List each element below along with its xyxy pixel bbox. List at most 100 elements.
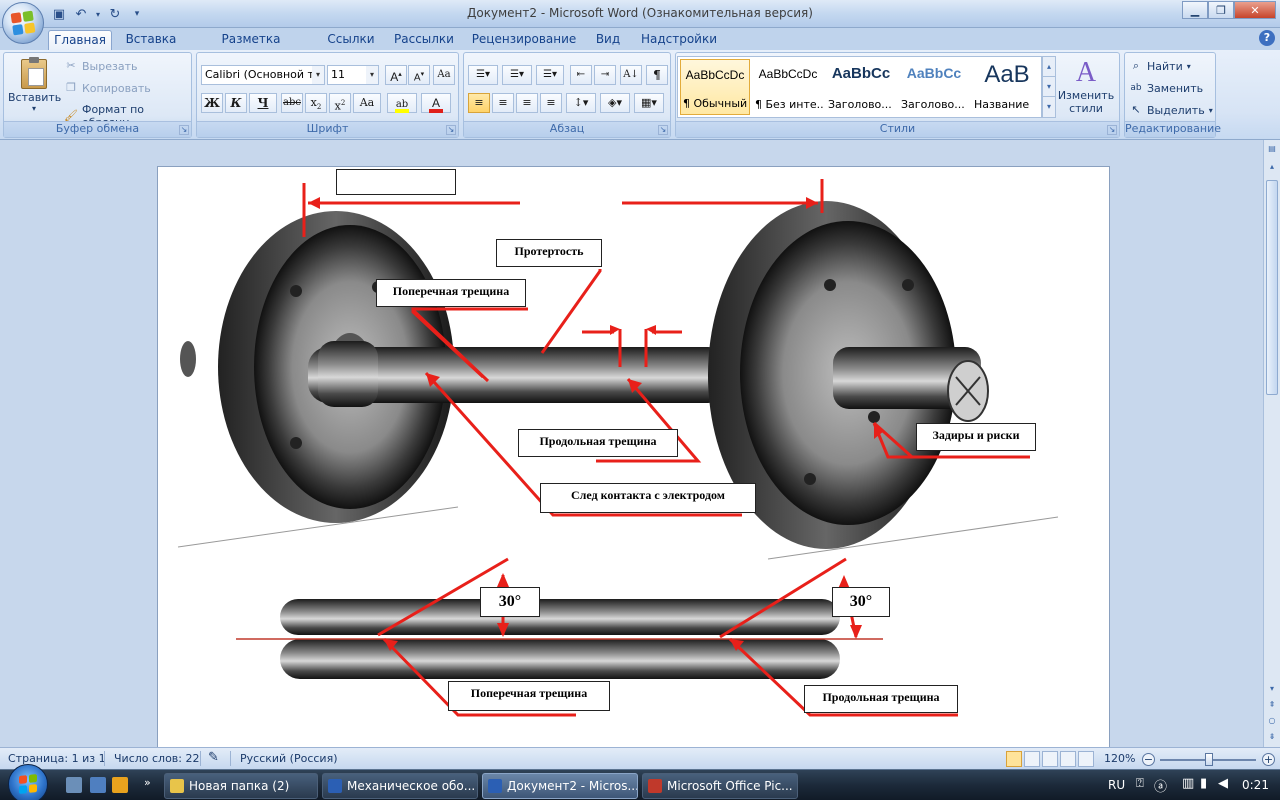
minimize-button[interactable]: ▁ bbox=[1182, 1, 1208, 19]
italic-button[interactable]: К bbox=[225, 93, 247, 113]
taskbar-item-picture-manager[interactable]: Microsoft Office Pic... bbox=[642, 773, 798, 799]
replace-button[interactable]: ab Заменить bbox=[1129, 81, 1203, 95]
font-color-button[interactable]: A bbox=[421, 93, 451, 113]
align-right-button[interactable]: ≡ bbox=[516, 93, 538, 113]
show-desktop-icon[interactable] bbox=[66, 777, 82, 793]
change-case-button[interactable]: Aa bbox=[353, 93, 381, 113]
subscript-button[interactable]: x2 bbox=[305, 93, 327, 113]
style-heading1[interactable]: AaBbCc Заголово... bbox=[826, 59, 896, 115]
vertical-scrollbar[interactable]: ▤ ▴ ▾ ⇞ ○ ⇟ bbox=[1263, 140, 1280, 747]
underline-button[interactable]: Ч bbox=[249, 93, 277, 113]
highlight-button[interactable]: ab bbox=[387, 93, 417, 113]
grow-font-button[interactable]: A▴ bbox=[385, 65, 407, 85]
quicklaunch-more-icon[interactable]: » bbox=[144, 776, 151, 789]
taskbar-item-word-doc2[interactable]: Документ2 - Micros... bbox=[482, 773, 638, 799]
tab-review[interactable]: Рецензирование bbox=[468, 30, 580, 50]
zoom-out-icon[interactable]: − bbox=[1142, 753, 1155, 766]
network-icon[interactable]: ▥ bbox=[1182, 776, 1194, 791]
show-marks-button[interactable]: ¶ bbox=[646, 65, 668, 85]
volume-icon[interactable]: ◀ bbox=[1218, 776, 1228, 791]
close-button[interactable]: ✕ bbox=[1234, 1, 1276, 19]
borders-button[interactable]: ▦▾ bbox=[634, 93, 664, 113]
tab-insert[interactable]: Вставка bbox=[120, 30, 182, 50]
bullets-button[interactable]: ☰▾ bbox=[468, 65, 498, 85]
outline-view-icon[interactable] bbox=[1060, 751, 1076, 767]
label-longitudinal-crack-top[interactable]: Продольная трещина bbox=[518, 429, 678, 457]
label-electrode[interactable]: След контакта с электродом bbox=[540, 483, 756, 513]
paste-button[interactable]: Вставить ▾ bbox=[8, 57, 61, 119]
style-title[interactable]: AaB Название bbox=[972, 59, 1042, 115]
label-angle-right[interactable]: 30° bbox=[832, 587, 890, 617]
tab-mailings[interactable]: Рассылки bbox=[390, 30, 458, 50]
numbering-button[interactable]: ☰▾ bbox=[502, 65, 532, 85]
office-button[interactable] bbox=[2, 2, 44, 44]
font-launcher-icon[interactable]: ↘ bbox=[446, 125, 456, 135]
tab-page-layout[interactable]: Разметка страницы bbox=[190, 30, 312, 65]
zoom-level[interactable]: 120% bbox=[1104, 752, 1135, 765]
align-left-button[interactable]: ≡ bbox=[468, 93, 490, 113]
ruler-toggle-icon[interactable]: ▤ bbox=[1265, 142, 1279, 156]
scroll-thumb[interactable] bbox=[1266, 180, 1278, 395]
scroll-down-icon[interactable]: ▾ bbox=[1265, 682, 1279, 696]
clock[interactable]: 0:21 bbox=[1242, 778, 1269, 792]
shading-button[interactable]: ◈▾ bbox=[600, 93, 630, 113]
power-icon[interactable]: ▮ bbox=[1200, 776, 1207, 791]
word-count[interactable]: Число слов: 22 bbox=[114, 752, 200, 765]
bold-button[interactable]: Ж bbox=[201, 93, 223, 113]
style-normal[interactable]: AaBbCcDc ¶ Обычный bbox=[680, 59, 750, 115]
label-longitudinal-crack-bottom[interactable]: Продольная трещина bbox=[804, 685, 958, 713]
multilevel-list-button[interactable]: ☰▾ bbox=[536, 65, 564, 85]
cut-button[interactable]: ✂ Вырезать bbox=[64, 59, 137, 73]
tab-references[interactable]: Ссылки bbox=[322, 30, 380, 50]
styles-launcher-icon[interactable]: ↘ bbox=[1107, 125, 1117, 135]
sort-button[interactable]: A↓ bbox=[620, 65, 642, 85]
align-center-button[interactable]: ≡ bbox=[492, 93, 514, 113]
clipboard-launcher-icon[interactable]: ↘ bbox=[179, 125, 189, 135]
taskbar-item-folder[interactable]: Новая папка (2) bbox=[164, 773, 318, 799]
full-screen-reading-icon[interactable] bbox=[1024, 751, 1040, 767]
maximize-button[interactable]: ❐ bbox=[1208, 1, 1234, 19]
tab-view[interactable]: Вид bbox=[590, 30, 626, 50]
page-count[interactable]: Страница: 1 из 1 bbox=[8, 752, 106, 765]
help-icon[interactable]: ? bbox=[1259, 30, 1275, 46]
dimension-label[interactable] bbox=[336, 169, 456, 195]
paragraph-launcher-icon[interactable]: ↘ bbox=[658, 125, 668, 135]
help-tray-icon[interactable]: ⍰ bbox=[1136, 776, 1144, 791]
more-styles-icon[interactable]: ▾ bbox=[1043, 97, 1055, 117]
clear-formatting-button[interactable]: Aa bbox=[433, 65, 455, 85]
media-player-icon[interactable] bbox=[112, 777, 128, 793]
label-wear[interactable]: Протертость bbox=[496, 239, 602, 267]
increase-indent-button[interactable]: ⇥ bbox=[594, 65, 616, 85]
document-area[interactable]: Протертость Поперечная трещина Продольна… bbox=[0, 140, 1263, 747]
browse-object-icon[interactable]: ○ bbox=[1265, 714, 1279, 728]
style-heading2[interactable]: AaBbCc Заголово... bbox=[899, 59, 969, 115]
switch-windows-icon[interactable] bbox=[90, 777, 106, 793]
strikethrough-button[interactable]: abc bbox=[281, 93, 303, 113]
previous-page-icon[interactable]: ⇞ bbox=[1265, 698, 1279, 712]
ime-icon[interactable]: ⓐ bbox=[1154, 776, 1167, 795]
spellcheck-icon[interactable]: ✎ bbox=[208, 750, 219, 765]
font-name-combo[interactable]: Calibri (Основной те ▾ bbox=[201, 65, 325, 85]
change-styles-button[interactable]: A Изменить стили bbox=[1054, 57, 1118, 119]
label-scores[interactable]: Задиры и риски bbox=[916, 423, 1036, 451]
print-layout-view-icon[interactable] bbox=[1006, 751, 1022, 767]
font-size-combo[interactable]: 11 ▾ bbox=[327, 65, 379, 85]
decrease-indent-button[interactable]: ⇤ bbox=[570, 65, 592, 85]
copy-button[interactable]: ❐ Копировать bbox=[64, 81, 151, 95]
taskbar-item-word-doc1[interactable]: Механическое обо... bbox=[322, 773, 478, 799]
start-button[interactable] bbox=[8, 764, 48, 800]
find-button[interactable]: ⌕ Найти ▾ bbox=[1129, 59, 1191, 73]
web-layout-icon[interactable] bbox=[1042, 751, 1058, 767]
superscript-button[interactable]: x2 bbox=[329, 93, 351, 113]
label-transverse-crack-top[interactable]: Поперечная трещина bbox=[376, 279, 526, 307]
scroll-up-icon[interactable]: ▴ bbox=[1265, 160, 1279, 174]
next-page-icon[interactable]: ⇟ bbox=[1265, 730, 1279, 744]
chevron-up-icon[interactable]: ▴ bbox=[1043, 57, 1055, 77]
line-spacing-button[interactable]: ↕▾ bbox=[566, 93, 596, 113]
language-indicator[interactable]: Русский (Россия) bbox=[240, 752, 338, 765]
language-bar[interactable]: RU bbox=[1108, 778, 1125, 792]
label-angle-left[interactable]: 30° bbox=[480, 587, 540, 617]
tab-addins[interactable]: Надстройки bbox=[636, 30, 722, 50]
style-no-spacing[interactable]: AaBbCcDc ¶ Без инте... bbox=[753, 59, 823, 115]
tab-home[interactable]: Главная bbox=[48, 30, 112, 50]
